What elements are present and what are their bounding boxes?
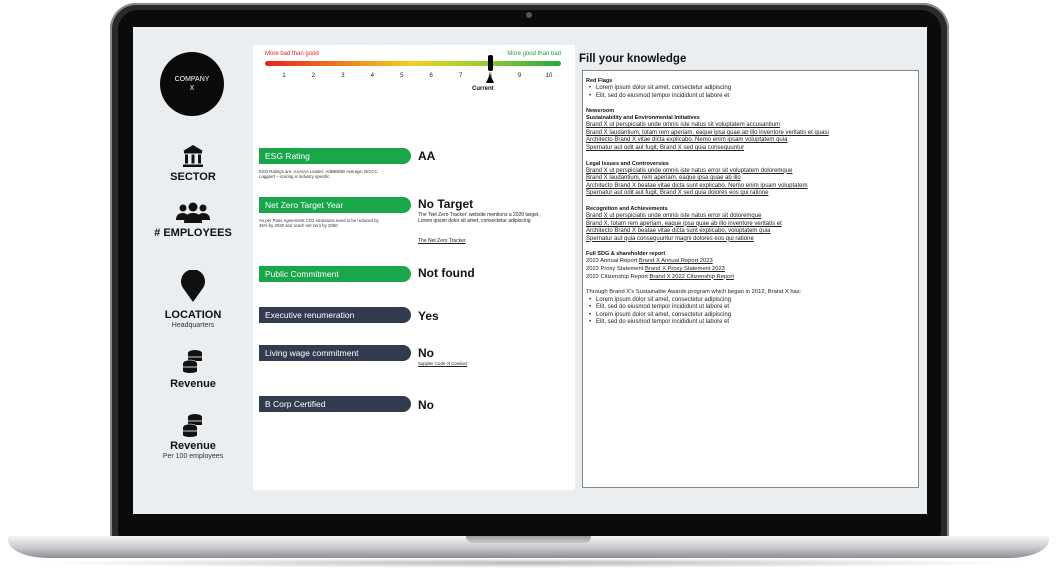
recognition-heading: Recognition and Achievements [586,205,668,212]
esg-rating-note: ESG Ratings are: AAA/AA Leader; A/BBB/BB… [259,169,378,180]
awards-intro: Through Brand X's Sustainable Awards pro… [586,289,802,296]
revenue-per-employee-label: Revenue [170,440,216,452]
location-sub: Headquarters [171,322,215,329]
scale-number: 1 [282,73,286,79]
esg-rating-value: AA [418,149,436,163]
webcam-icon [526,12,532,18]
scale-bad-label: More bad than good [265,51,319,57]
net-zero-pill: Net Zero Target Year [259,197,411,213]
net-zero-tracker-link[interactable]: The Net Zero Tracker [418,238,553,244]
net-zero-label: Net Zero Target Year [265,200,344,210]
red-flag-item: • Lorem ipsum dolor sit amet, consectetur… [589,85,732,91]
laptop-shadow [30,558,1027,568]
legal-heading: Legal Issues and Controversies [586,160,669,167]
award-item: • Lorem ipsum dolor sit amet, consectetur… [589,311,732,318]
impact-scale: More bad than good More good than bad 1 2… [265,51,561,106]
esg-rating-pill: ESG Rating [259,148,411,164]
esg-rating-label: ESG Rating [265,151,310,161]
scale-number: 7 [458,73,463,79]
reports-heading: Full SDG & shareholder report [586,251,666,258]
scale-number: 10 [545,73,553,79]
report-link[interactable]: Brand X Annual Report 2023 [639,258,713,264]
employees-block: # EMPLOYEES [133,202,253,239]
company-letter: X [189,85,195,92]
scale-gradient-bar [265,61,561,66]
revenue-label: Revenue [170,378,216,390]
news-link[interactable]: Spernatur aut odit aut fugit, Brand X se… [586,190,915,198]
location-pin-icon [181,270,205,302]
award-item: • Elit, sed do eiusmod tempor incididunt … [589,304,730,311]
executive-renumeration-value: Yes [418,309,439,323]
dashboard-screen: COMPANY X SECTOR # EMPLOYEES LOCATION He… [133,27,927,514]
net-zero-note: As per Paris Agreement CO2 emissions nee… [259,218,379,229]
award-item: • Lorem ipsum dolor sit amet, consectetur… [589,296,732,303]
newsroom-heading: Newsroom [586,108,615,115]
news-link[interactable]: Spernatur aut odit aut fugit, Brand X se… [586,145,915,153]
executive-renumeration-pill: Executive renumeration [259,307,411,323]
public-commitment-value: Not found [418,266,475,280]
knowledge-title: Fill your knowledge [579,53,687,65]
scale-number: 9 [517,73,522,79]
net-zero-detail: The 'Net Zero Tracker' website mentions … [418,212,540,225]
report-row: 2023 Proxy Statement Brand X Proxy State… [586,265,725,272]
living-wage-pill: Living wage commitment [259,345,411,361]
scale-numbers: 1 2 3 4 5 6 7 8 9 10 [280,73,555,83]
coins-icon [182,350,202,373]
coins-icon [182,414,202,437]
scale-number: 4 [370,73,374,79]
scale-number: 5 [400,73,404,79]
news-link[interactable]: Brand X laudantium, totam rem aperiam, e… [586,130,915,138]
scale-number: 3 [341,73,345,79]
executive-renumeration-label: Executive renumeration [265,310,355,320]
location-block: LOCATION Headquarters [133,270,253,329]
scale-current-marker [487,55,493,71]
laptop-notch [466,536,591,543]
company-logo: COMPANY X [160,52,224,116]
revenue-per-employee-block: Revenue Per 100 employees [133,413,253,460]
award-item: • Elit, sed do eiusmod tempor incididunt … [589,319,730,326]
b-corp-pill: B Corp Certified [259,396,411,412]
news-link[interactable]: Architecto Brand X beatae vitae dicta su… [586,183,915,191]
supplier-code-link[interactable]: Supplier Code of Conduct [418,361,553,367]
public-commitment-label: Public Commitment [265,269,339,279]
news-link[interactable]: Architecto Brand X vitae dicta explicabo… [586,137,915,145]
revenue-per-employee-sub: Per 100 employees [162,453,224,460]
location-label: LOCATION [164,309,222,321]
scale-number: 2 [311,73,316,79]
report-link[interactable]: Brand X 2022 Citizenship Report [650,274,734,280]
revenue-block: Revenue [133,349,253,390]
news-link[interactable]: Spernatur aut quia consequuntur magni do… [586,236,915,244]
news-link[interactable]: Brand X laudantium, rem aperiam, eaque i… [586,175,915,183]
people-group-icon [176,202,210,223]
b-corp-label: B Corp Certified [265,399,326,409]
red-flags-heading: Red Flags [586,78,613,84]
living-wage-label: Living wage commitment [265,348,359,358]
sector-label: SECTOR [170,171,216,183]
scale-good-label: More good than bad [507,51,561,57]
company-name: COMPANY [174,76,210,83]
b-corp-value: No [418,398,434,412]
report-link[interactable]: Brand X Proxy Statement 2023 [645,266,725,272]
sidebar: COMPANY X SECTOR # EMPLOYEES LOCATION He… [133,27,253,514]
scale-number: 8 [488,73,492,79]
news-link[interactable]: Brand X ut perspiciatis unde omnis iste … [586,122,915,130]
living-wage-value: No [418,346,434,360]
building-icon [183,145,203,167]
scale-number: 6 [429,73,433,79]
red-flag-item: • Elit, sed do eiusmod tempor incididunt … [589,92,730,99]
report-row: 2023 Annual Report Brand X Annual Report… [586,258,713,265]
knowledge-panel: Red Flags • Lorem ipsum dolor sit amet, c… [582,70,919,488]
news-link[interactable]: Brand X, totam rem aperiam, eaque ipsa q… [586,221,915,229]
news-link[interactable]: Architecto Brand X beatae vitae dicta su… [586,228,915,236]
public-commitment-pill: Public Commitment [259,266,411,282]
report-row: 2022 Citizenship Report Brand X 2022 Cit… [586,273,734,280]
esg-card: More bad than good More good than bad 1 2… [253,45,575,490]
scale-current-label: Current [472,86,494,92]
news-link[interactable]: Brand X ut perspiciatis unde omnis iste … [586,168,915,176]
sector-block: SECTOR [133,144,253,183]
sustainability-heading: Sustainability and Environmental Initiat… [586,115,700,122]
employees-label: # EMPLOYEES [154,227,232,239]
news-link[interactable]: Brand X ut perspiciatis unde omnis iste … [586,213,915,221]
net-zero-value: No Target [418,197,474,211]
